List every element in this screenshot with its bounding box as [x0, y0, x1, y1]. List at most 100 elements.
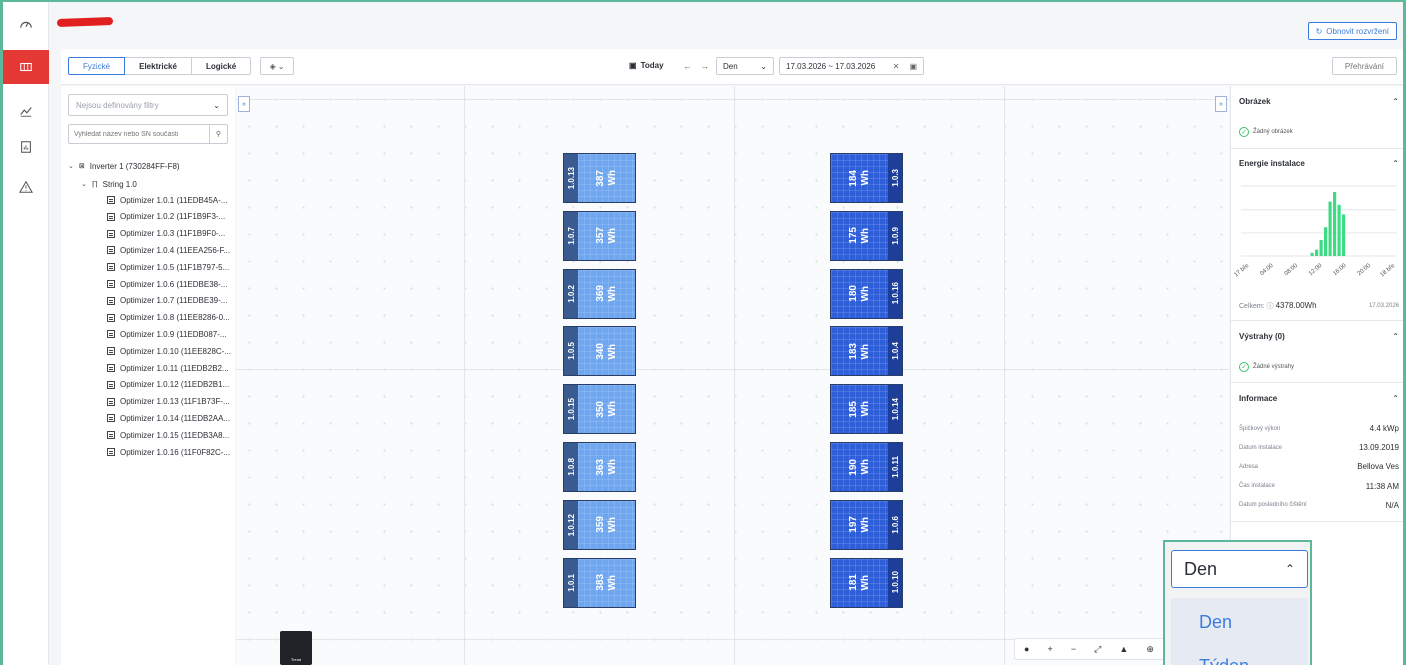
rail-layout[interactable]: [3, 50, 49, 84]
tree-optimizer[interactable]: Optimizer 1.0.1 (11EDB45A-...: [107, 194, 227, 206]
tree-string[interactable]: ⌄ ∏ String 1.0: [81, 178, 137, 190]
tree-optimizer[interactable]: Optimizer 1.0.6 (11EDBE38-...: [107, 278, 227, 290]
component-search: ⚲: [68, 124, 228, 144]
period-dropdown-popup: Den ⌃ Den Týden: [1163, 540, 1312, 665]
check-circle-icon: ✓: [1239, 362, 1249, 372]
tree-optimizer[interactable]: Optimizer 1.0.8 (11EE8286-0...: [107, 312, 230, 324]
tab-physical[interactable]: Fyzické: [68, 57, 126, 75]
tab-electrical[interactable]: Elektrické: [124, 57, 192, 75]
solar-panel[interactable]: 184 Wh 1.0.3: [830, 153, 903, 203]
solar-panel[interactable]: 183 Wh 1.0.4: [830, 326, 903, 377]
center-icon[interactable]: ⊕: [1146, 644, 1154, 655]
option-week[interactable]: Týden: [1199, 656, 1249, 665]
prev-arrow-icon[interactable]: ←: [683, 61, 700, 71]
tree-optimizer[interactable]: Optimizer 1.0.14 (11EDB2AA...: [107, 412, 230, 424]
solar-panel[interactable]: 1.0.5 340 Wh: [563, 326, 636, 377]
optimizer-icon: [107, 229, 115, 238]
layout-canvas[interactable]: « » 1.0.13 387 Wh 1.0.7 357 Wh 1.0.2 369 Wh 1.0.5…: [236, 86, 1229, 665]
chart-bar: [1342, 214, 1346, 256]
panel-id-label: 1.0.14: [888, 385, 902, 434]
next-arrow-icon[interactable]: →: [700, 61, 717, 71]
chart-bar: [1324, 227, 1328, 256]
tree-optimizer[interactable]: Optimizer 1.0.9 (11EDB087-...: [107, 328, 227, 340]
solar-panel[interactable]: 1.0.15 350 Wh: [563, 384, 636, 435]
panel-energy: 350 Wh: [578, 385, 635, 434]
tree-optimizer[interactable]: Optimizer 1.0.3 (11F1B9F0-...: [107, 228, 225, 240]
panel-id-label: 1.0.8: [564, 443, 578, 491]
layers-dropdown[interactable]: ◈ ⌄: [260, 57, 294, 75]
north-icon[interactable]: ▲: [1119, 644, 1128, 654]
fill-icon[interactable]: ●: [1024, 644, 1029, 654]
solar-panel[interactable]: 1.0.8 363 Wh: [563, 442, 636, 492]
chevron-down-icon: ⌄: [213, 100, 220, 110]
tree-optimizer[interactable]: Optimizer 1.0.11 (11EDB2B2...: [107, 362, 229, 374]
period-select[interactable]: Den ⌄: [716, 57, 774, 75]
solar-panel[interactable]: 180 Wh 1.0.16: [830, 268, 903, 319]
fit-icon[interactable]: ⤢: [1094, 644, 1101, 655]
reset-layout-button[interactable]: ↻ Obnovit rozvržení: [1307, 22, 1397, 40]
chevron-up-icon: ⌃: [1392, 159, 1399, 168]
solar-panel[interactable]: 175 Wh 1.0.9: [830, 210, 903, 261]
solar-panel[interactable]: 190 Wh 1.0.11: [830, 442, 903, 492]
optimizer-icon: [107, 330, 115, 339]
solar-panel[interactable]: 1.0.7 357 Wh: [563, 210, 636, 261]
clear-icon[interactable]: ✕: [893, 62, 900, 71]
tab-logical[interactable]: Logické: [190, 57, 252, 75]
energy-section-header[interactable]: Energie instalace ⌃: [1239, 159, 1399, 168]
zoom-in-icon[interactable]: +: [1048, 644, 1053, 654]
rail-dashboard[interactable]: [3, 8, 49, 42]
chevron-up-icon: ⌃: [1392, 332, 1399, 341]
period-options: Den Týden: [1171, 598, 1308, 665]
layers-icon: ◈: [269, 61, 276, 71]
tree-optimizer[interactable]: Optimizer 1.0.7 (11EDBE39-...: [107, 295, 227, 307]
tree-optimizer[interactable]: Optimizer 1.0.16 (11F0F82C-...: [107, 446, 230, 458]
expand-right-icon[interactable]: »: [1215, 96, 1227, 112]
zoom-out-icon[interactable]: −: [1071, 644, 1076, 654]
chart-bar: [1333, 192, 1337, 256]
divider: [1231, 148, 1404, 149]
today-button[interactable]: ▣ Today: [629, 61, 664, 70]
info-section-header[interactable]: Informace ⌃: [1239, 394, 1399, 403]
panel-id-label: 1.0.2: [564, 269, 578, 318]
solar-panel[interactable]: 1.0.13 387 Wh: [563, 153, 636, 203]
collapse-left-icon[interactable]: «: [238, 96, 250, 112]
filter-select[interactable]: Nejsou definovány filtry ⌄: [68, 94, 228, 116]
date-range-picker[interactable]: 17.03.2026 ~ 17.03.2026 ✕ ▣: [779, 57, 924, 75]
tree-optimizer[interactable]: Optimizer 1.0.15 (11EDB3A8...: [107, 429, 229, 441]
panel-energy: 184 Wh: [831, 154, 888, 202]
tree-optimizer[interactable]: Optimizer 1.0.12 (11EDB2B1...: [107, 379, 229, 391]
tree-optimizer[interactable]: Optimizer 1.0.10 (11EE828C-...: [107, 345, 231, 357]
tree-inverter[interactable]: ⌄ ⊠ Inverter 1 (730284FF-F8): [68, 160, 180, 172]
rail-alerts[interactable]: [3, 170, 49, 204]
tree-optimizer[interactable]: Optimizer 1.0.13 (11F1B73F-...: [107, 396, 230, 408]
panel-id-label: 1.0.5: [564, 327, 578, 376]
image-section-header[interactable]: Obrázek ⌃: [1239, 97, 1399, 106]
panel-grid-icon: [20, 62, 32, 72]
trend-widget[interactable]: Trend: [280, 631, 312, 665]
panel-energy: 369 Wh: [578, 269, 635, 318]
alerts-section-header[interactable]: Výstrahy (0) ⌃: [1239, 332, 1399, 341]
rail-reports[interactable]: [3, 130, 49, 164]
solar-panel[interactable]: 1.0.2 369 Wh: [563, 268, 636, 319]
optimizer-icon: [107, 380, 115, 389]
solar-panel[interactable]: 1.0.12 359 Wh: [563, 499, 636, 550]
panel-energy: 357 Wh: [578, 211, 635, 260]
option-day[interactable]: Den: [1199, 612, 1232, 633]
solar-panel[interactable]: 185 Wh 1.0.14: [830, 384, 903, 435]
solar-panel[interactable]: 1.0.1 383 Wh: [563, 557, 636, 608]
tree-optimizer[interactable]: Optimizer 1.0.4 (11EEA256-F...: [107, 244, 230, 256]
rail-charts[interactable]: [3, 94, 49, 128]
chart-tick-label: 16:00: [1332, 263, 1348, 278]
calendar-icon: ▣: [909, 61, 917, 71]
optimizer-icon: [107, 246, 115, 255]
period-dropdown-select[interactable]: Den ⌃: [1171, 550, 1308, 588]
search-input[interactable]: [69, 125, 209, 143]
panel-energy: 340 Wh: [578, 327, 635, 376]
playback-button[interactable]: Přehrávání: [1331, 57, 1397, 75]
solar-panel[interactable]: 181 Wh 1.0.10: [830, 557, 903, 608]
solar-panel[interactable]: 197 Wh 1.0.6: [830, 499, 903, 550]
tree-optimizer[interactable]: Optimizer 1.0.2 (11F1B9F3-...: [107, 211, 225, 223]
search-icon[interactable]: ⚲: [209, 125, 227, 143]
view-tabs: Fyzické Elektrické Logické: [68, 57, 252, 75]
tree-optimizer[interactable]: Optimizer 1.0.5 (11F1B797-5...: [107, 261, 229, 273]
